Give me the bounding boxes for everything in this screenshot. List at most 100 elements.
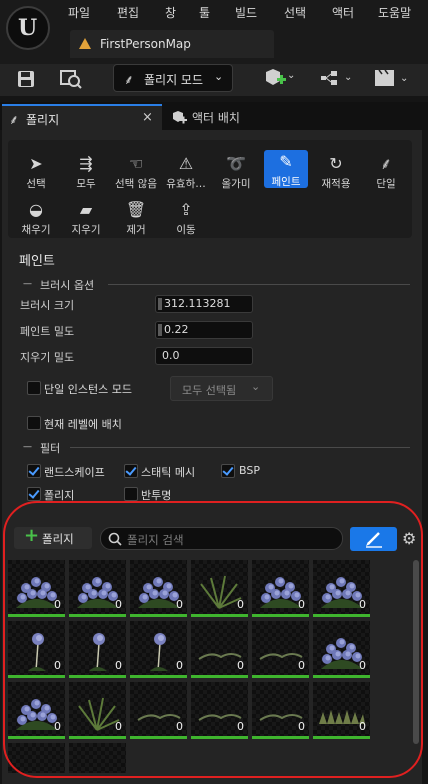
erase-density-input[interactable]: 0.0 (155, 347, 253, 365)
menu-file[interactable]: 파일 (68, 4, 90, 21)
instance-count: 0 (298, 598, 305, 611)
tool-brush[interactable]: ✎ 페인트 (264, 150, 308, 188)
foliage-thumbnail[interactable]: 0 (8, 621, 65, 678)
tool-fill[interactable]: ◒ 채우기 (16, 198, 56, 240)
add-actor-button[interactable]: ⌄ (264, 66, 295, 90)
foliage-thumbnail[interactable]: 0 (313, 682, 370, 739)
filter-static-mesh-label: 스태틱 메시 (141, 466, 196, 479)
active-bar (130, 736, 187, 739)
foliage-thumbnail[interactable]: 0 (252, 621, 309, 678)
instance-count: 0 (54, 720, 61, 733)
foliage-thumbnail[interactable] (8, 743, 65, 773)
foliage-thumbnail[interactable]: 0 (130, 621, 187, 678)
single-instance-checkbox[interactable] (27, 381, 41, 395)
active-bar (69, 736, 126, 739)
trash-icon: 🗑 (125, 200, 147, 219)
level-icon (79, 38, 91, 49)
tab-actor-placement-label: 액터 배치 (192, 111, 240, 125)
active-bar (8, 614, 65, 617)
filter-button[interactable] (350, 527, 397, 551)
collapse-icon[interactable]: — (23, 279, 32, 289)
filter-translucent-checkbox[interactable] (124, 487, 138, 501)
filter-static-mesh-checkbox[interactable] (124, 464, 138, 478)
deselect-icon: ☜ (128, 154, 144, 173)
menu-tools[interactable]: 툴 (199, 4, 210, 21)
instance-count: 0 (54, 659, 61, 672)
foliage-thumbnail[interactable]: 0 (191, 682, 248, 739)
brush-size-input[interactable]: 312.113281 (155, 295, 253, 313)
foliage-thumbnail[interactable]: 0 (191, 621, 248, 678)
scrollbar[interactable] (413, 560, 419, 744)
active-bar (252, 614, 309, 617)
menu-select[interactable]: 선택 (284, 4, 306, 21)
tool-erase[interactable]: ▰ 지우기 (66, 198, 106, 240)
divider (70, 447, 410, 448)
active-bar (8, 736, 65, 739)
instance-count: 0 (359, 659, 366, 672)
search-placeholder: 폴리지 검색 (127, 533, 184, 547)
active-bar (130, 675, 187, 678)
filter-foliage-checkbox[interactable] (27, 487, 41, 501)
tool-deselect[interactable]: ☜ 선택 않음 (115, 152, 157, 194)
tab-foliage[interactable]: ⸙ 폴리지 × (2, 104, 162, 130)
menu-build[interactable]: 빌드 (235, 4, 257, 21)
tool-lasso[interactable]: ➰ 올가미 (216, 152, 256, 194)
foliage-thumbnail[interactable]: 0 (191, 560, 248, 617)
document-tab[interactable]: FirstPersonMap (70, 30, 274, 58)
svg-text:⌄: ⌄ (287, 70, 294, 81)
instance-select-dropdown[interactable]: 모두 선택됨 ⌄ (170, 376, 273, 401)
blueprint-button[interactable]: ⌄ (320, 68, 356, 88)
tool-select-all[interactable]: ⇶ 모두 (66, 152, 106, 194)
menu-window[interactable]: 창 (165, 4, 176, 21)
paint-density-label: 페인트 밀도 (20, 325, 75, 338)
menu-actor[interactable]: 액터 (332, 4, 354, 21)
unreal-logo-icon[interactable]: U (6, 6, 50, 50)
foliage-thumbnail[interactable] (69, 743, 126, 773)
foliage-thumbnail[interactable]: 0 (313, 621, 370, 678)
tool-invalid-select[interactable]: ⚠ 유효하… (166, 152, 206, 194)
save-icon[interactable] (17, 70, 35, 88)
mode-dropdown-label: 폴리지 모드 (144, 73, 204, 87)
paint-density-input[interactable]: 0.22 (155, 321, 253, 339)
foliage-thumbnail[interactable]: 0 (130, 682, 187, 739)
place-in-level-checkbox[interactable] (27, 416, 41, 430)
tool-label: 이동 (176, 224, 196, 236)
add-foliage-button[interactable]: + 폴리지 (14, 525, 92, 549)
filter-landscape-checkbox[interactable] (27, 464, 41, 478)
foliage-thumbnail[interactable]: 0 (252, 560, 309, 617)
tool-reapply[interactable]: ↻ 재적용 (316, 152, 356, 194)
tab-actor-placement[interactable]: 액터 배치 (166, 104, 276, 130)
foliage-thumbnail[interactable]: 0 (313, 560, 370, 617)
tool-single[interactable]: ⸙ 단일 (366, 152, 406, 194)
foliage-thumbnail[interactable]: 0 (252, 682, 309, 739)
foliage-thumbnail[interactable]: 0 (69, 682, 126, 739)
tab-foliage-label: 폴리지 (26, 113, 60, 127)
foliage-thumbnail[interactable]: 0 (8, 560, 65, 617)
tool-cursor[interactable]: ➤ 선택 (16, 152, 56, 194)
active-bar (69, 675, 126, 678)
settings-gear-icon[interactable]: ⚙ (402, 529, 416, 548)
group-brush-options[interactable]: 브러시 옵션 (40, 277, 94, 293)
foliage-grid: 0 0 0 0 0 0 0 0 0 0 0 0 0 0 0 0 0 0 (8, 560, 372, 780)
cinematics-button[interactable]: ⌄ (374, 67, 412, 89)
browse-content-icon[interactable] (60, 68, 82, 90)
tool-trash[interactable]: 🗑 제거 (116, 198, 156, 240)
group-filters[interactable]: 필터 (40, 440, 60, 456)
menu-help[interactable]: 도움말 (378, 4, 411, 21)
active-bar (252, 675, 309, 678)
instance-count: 0 (298, 720, 305, 733)
foliage-thumbnail[interactable]: 0 (69, 560, 126, 617)
foliage-search-input[interactable]: 폴리지 검색 (100, 527, 343, 550)
foliage-thumbnail[interactable]: 0 (69, 621, 126, 678)
filter-bsp-checkbox[interactable] (221, 464, 235, 478)
erase-icon: ▰ (79, 200, 93, 219)
close-icon[interactable]: × (142, 110, 153, 125)
collapse-icon[interactable]: — (23, 442, 32, 452)
foliage-thumbnail[interactable]: 0 (8, 682, 65, 739)
mode-dropdown[interactable]: ⸙ 폴리지 모드 ⌄ (113, 64, 233, 92)
divider (108, 284, 410, 285)
foliage-thumbnail[interactable]: 0 (130, 560, 187, 617)
erase-density-label: 지우기 밀도 (20, 351, 75, 364)
menu-edit[interactable]: 편집 (117, 4, 139, 21)
tool-move[interactable]: ⇪ 이동 (166, 198, 206, 240)
